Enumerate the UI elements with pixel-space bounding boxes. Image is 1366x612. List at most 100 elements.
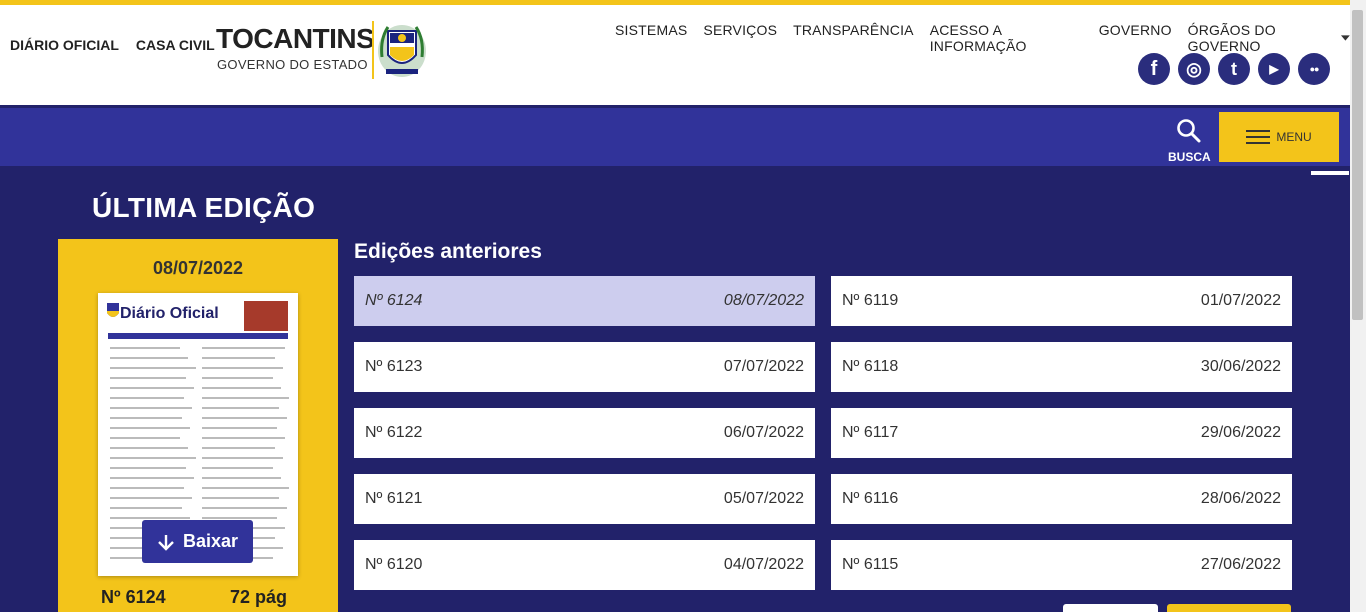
divider-dash [1311,171,1349,175]
edition-date: 27/06/2022 [1200,556,1281,573]
cover-text-line [110,417,182,419]
edition-number: Nº 6120 [365,556,423,573]
edition-item[interactable]: Nº 6122 06/07/2022 [354,408,815,458]
cover-text-line [110,497,192,499]
nav-servicos[interactable]: SERVIÇOS [703,22,777,54]
cover-text-line [202,387,281,389]
tocantins-logo[interactable]: TOCANTINS GOVERNO DO ESTADO [216,21,431,83]
nav-sistemas[interactable]: SISTEMAS [615,22,687,54]
facebook-icon[interactable]: f [1138,53,1170,85]
edition-date: 30/06/2022 [1200,358,1281,375]
cover-text-line [202,487,289,489]
latest-edition-number: Nº 6124 [101,587,166,607]
nav-acesso-informacao[interactable]: ACESSO A INFORMAÇÃO [930,22,1083,54]
cover-text-line [110,517,190,519]
edition-item[interactable]: Nº 6117 29/06/2022 [831,408,1292,458]
flickr-icon[interactable]: ●● [1298,53,1330,85]
edition-number: Nº 6118 [842,358,899,375]
edition-item[interactable]: Nº 6118 30/06/2022 [831,342,1292,392]
link-casa-civil[interactable]: CASA CIVIL [136,37,215,53]
edition-date: 06/07/2022 [723,424,804,441]
cover-text-line [110,507,182,509]
edition-item[interactable]: Nº 6124 08/07/2022 [354,276,815,326]
cover-text-line [202,507,287,509]
cover-text-line [110,347,180,349]
cover-text-line [202,517,277,519]
cover-text-line [202,407,279,409]
edition-number: Nº 6123 [365,358,423,375]
edition-date: 28/06/2022 [1200,490,1281,507]
instagram-icon[interactable]: ◎ [1178,53,1210,85]
cover-title: Diário Oficial [120,305,219,322]
cover-text-line [110,477,194,479]
cover-text-line [202,427,277,429]
social-links: f ◎ t ▶ ●● [1138,53,1330,85]
edition-item[interactable]: Nº 6120 04/07/2022 [354,540,815,590]
pager-button-prev[interactable] [1063,604,1158,612]
cover-text-line [110,357,188,359]
cover-text-line [110,387,194,389]
edition-date: 01/07/2022 [1200,292,1281,309]
edition-date: 07/07/2022 [723,358,804,375]
nav-orgaos-dropdown[interactable]: ÓRGÃOS DO GOVERNO [1188,22,1350,54]
edition-item[interactable]: Nº 6121 05/07/2022 [354,474,815,524]
cover-text-line [110,367,196,369]
cover-text-line [202,417,287,419]
search-button[interactable]: BUSCA [1168,118,1211,164]
cover-text-line [110,447,188,449]
menu-button[interactable]: MENU [1219,112,1339,162]
cover-text-line [110,397,184,399]
edition-item[interactable]: Nº 6119 01/07/2022 [831,276,1292,326]
brand-subtitle: GOVERNO DO ESTADO [217,57,368,72]
cover-text-line [110,377,186,379]
edition-number: Nº 6122 [365,424,423,441]
cover-text-line [110,437,180,439]
cover-text-line [202,377,273,379]
hamburger-icon [1246,130,1271,144]
edition-date: 29/06/2022 [1200,424,1281,441]
cover-text-line [202,457,283,459]
cover-crest-icon [107,303,119,317]
cover-stripe [108,333,288,339]
cover-text-line [202,397,289,399]
download-label: Baixar [182,531,239,551]
latest-edition-pages: 72 pág [230,587,288,607]
latest-edition-card: 08/07/2022 Diário Oficial Baixar Nº 6124… [58,239,338,612]
menu-label: MENU [1276,130,1312,144]
edition-item[interactable]: Nº 6115 27/06/2022 [831,540,1292,590]
header-left-links: DIÁRIO OFICIAL CASA CIVIL [10,37,215,53]
edition-date: 05/07/2022 [723,490,804,507]
edition-number: Nº 6121 [365,490,423,507]
cover-text-line [110,407,192,409]
search-icon [1177,119,1201,143]
cover-text-line [110,467,186,469]
link-diario-oficial[interactable]: DIÁRIO OFICIAL [10,37,119,53]
download-button[interactable]: Baixar [142,520,253,563]
cover-text-line [202,477,281,479]
twitter-icon[interactable]: t [1218,53,1250,85]
edition-number: Nº 6116 [842,490,899,507]
edition-item[interactable]: Nº 6116 28/06/2022 [831,474,1292,524]
edition-number: Nº 6124 [365,292,423,309]
cover-text-line [110,457,196,459]
state-crest-icon [378,25,426,77]
nav-orgaos-label: ÓRGÃOS DO GOVERNO [1187,22,1276,54]
edition-number: Nº 6115 [842,556,899,573]
site-header: DIÁRIO OFICIAL CASA CIVIL TOCANTINS GOVE… [0,5,1350,105]
nav-transparencia[interactable]: TRANSPARÊNCIA [793,22,914,54]
edition-number: Nº 6119 [842,292,899,309]
scrollbar-thumb[interactable] [1352,10,1363,320]
latest-edition-heading: ÚLTIMA EDIÇÃO [92,192,316,223]
pager-button-next[interactable] [1167,604,1291,612]
edition-item[interactable]: Nº 6123 07/07/2022 [354,342,815,392]
nav-governo[interactable]: GOVERNO [1099,22,1172,54]
edition-date: 08/07/2022 [723,292,804,309]
cover-text-line [202,367,283,369]
cover-text-line [202,347,285,349]
caret-down-icon [1341,35,1350,41]
edition-number: Nº 6117 [842,424,899,441]
cover-text-line [202,437,285,439]
cover-text-line [202,447,275,449]
cover-text-line [202,357,275,359]
youtube-icon[interactable]: ▶ [1258,53,1290,85]
